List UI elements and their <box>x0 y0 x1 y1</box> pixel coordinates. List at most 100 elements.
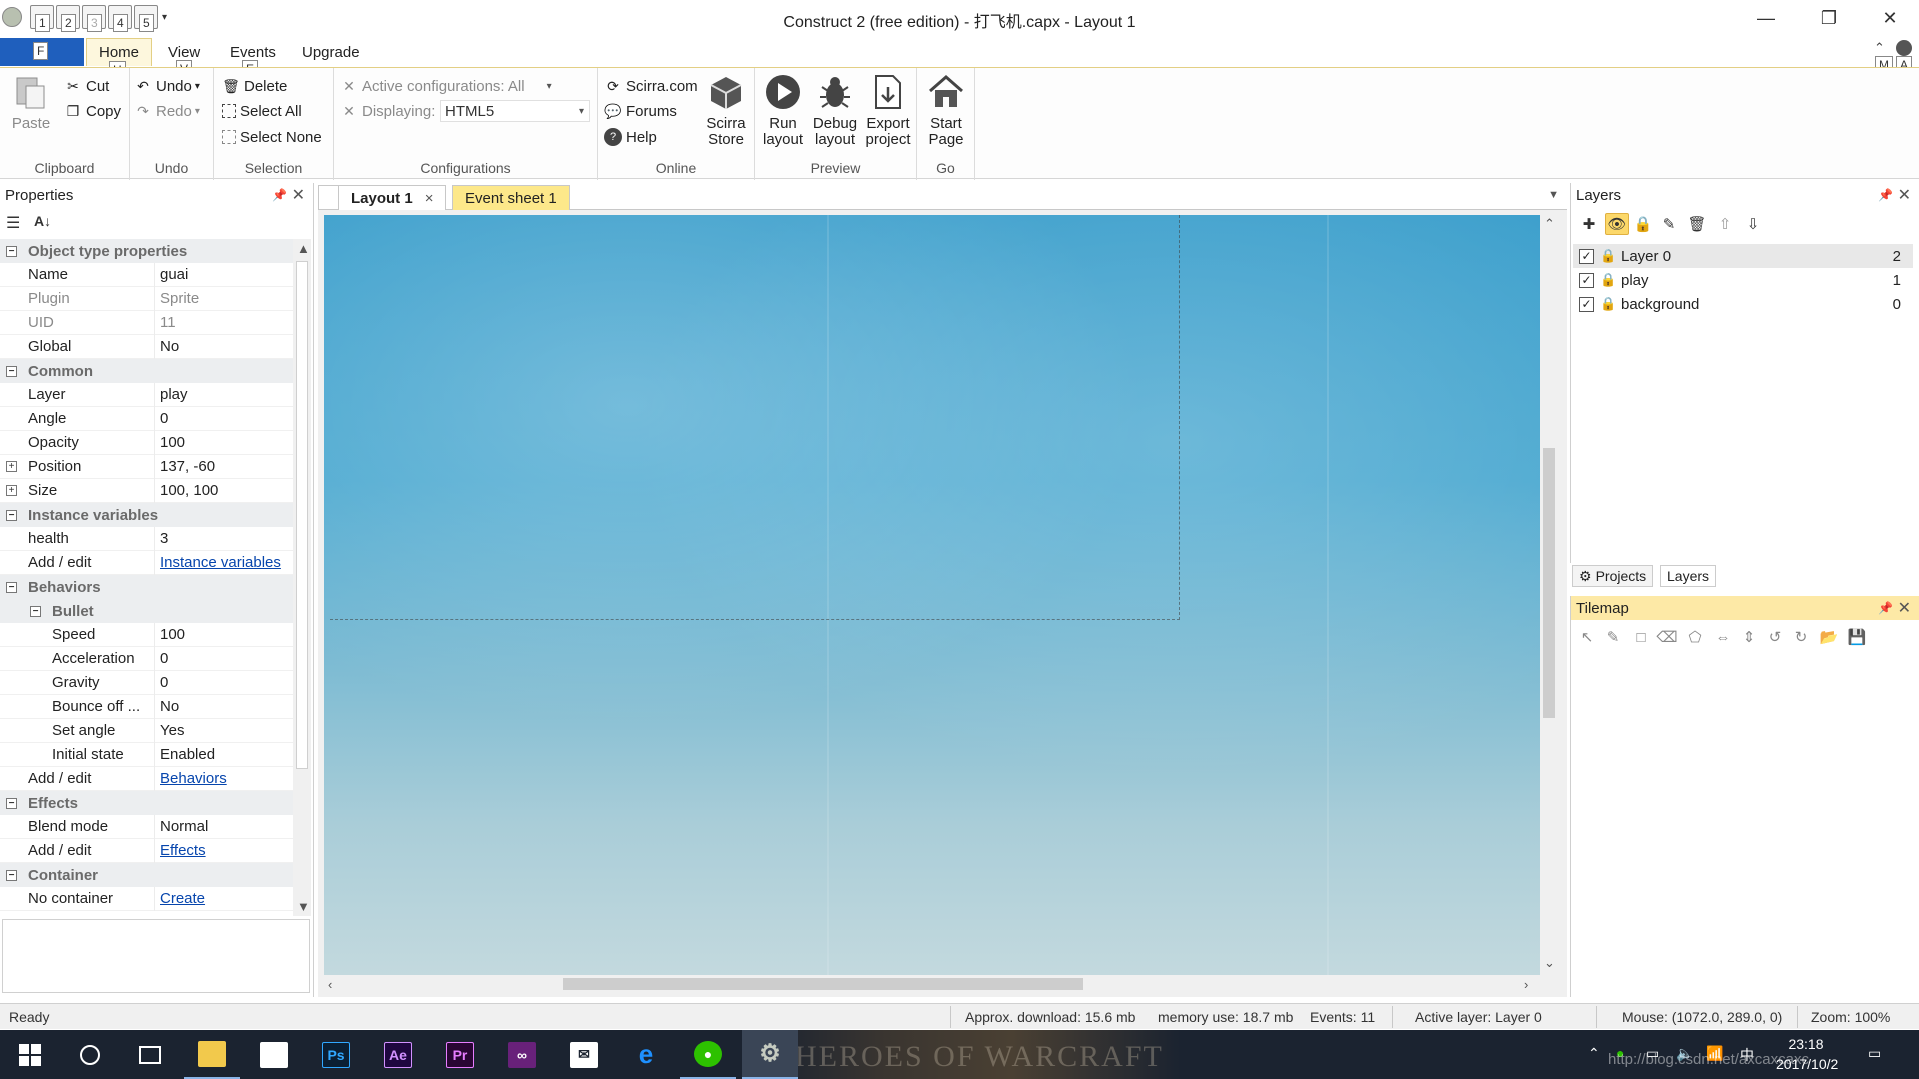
tab-projects[interactable]: ⚙ Projects <box>1572 565 1654 587</box>
tab-layers[interactable]: Layers <box>1660 565 1717 587</box>
tile-pointer-icon[interactable]: ↖ <box>1575 626 1599 648</box>
restore-button[interactable]: ❐ <box>1801 0 1857 36</box>
property-row[interactable]: Opacity 100 <box>0 431 293 455</box>
unlocked-icon[interactable]: 🔒 <box>1600 272 1616 288</box>
property-value[interactable]: 0 <box>160 410 168 427</box>
construct-logo-icon[interactable] <box>2 7 22 27</box>
delete-button[interactable]: 🗑 Delete <box>222 74 287 98</box>
ribbon-collapse-icon[interactable]: ⌃ <box>1874 40 1885 56</box>
search-button[interactable] <box>62 1030 118 1079</box>
property-link[interactable]: Create <box>160 890 205 907</box>
start-page-button[interactable]: Start Page <box>919 72 973 148</box>
help-circle-icon[interactable] <box>1896 40 1912 56</box>
redo-button[interactable]: ↷ Redo ▾ <box>134 99 200 123</box>
property-row[interactable]: health 3 <box>0 527 293 551</box>
tab-layout-1-close-icon[interactable]: × <box>425 190 434 207</box>
property-row[interactable]: Add / edit Effects <box>0 839 293 863</box>
taskbar-visual-studio[interactable]: ∞ <box>494 1030 550 1079</box>
tile-pencil-icon[interactable]: ✎ <box>1601 626 1625 648</box>
property-category[interactable]: − Behaviors <box>0 575 293 599</box>
file-tab[interactable]: F <box>0 38 84 66</box>
property-value[interactable]: Enabled <box>160 746 215 763</box>
tab-layout-1[interactable]: Layout 1 × <box>338 185 447 210</box>
pin-icon[interactable]: 📌 <box>272 188 287 202</box>
active-configurations-dropdown[interactable]: ✕ Active configurations: All ▾ <box>340 74 552 98</box>
property-row[interactable]: UID 11 <box>0 311 293 335</box>
taskbar-after-effects[interactable]: Ae <box>370 1030 426 1079</box>
property-value[interactable]: 3 <box>160 530 168 547</box>
locked-icon[interactable]: 🔒 <box>1600 296 1616 312</box>
property-value[interactable]: 100 <box>160 626 185 643</box>
tilemap-pin-icon[interactable]: 📌 <box>1878 601 1893 615</box>
property-value[interactable]: 100 <box>160 434 185 451</box>
property-value[interactable]: 137, -60 <box>160 458 215 475</box>
property-row[interactable]: No container Create <box>0 887 293 911</box>
export-project-button[interactable]: Export project <box>861 72 915 148</box>
select-none-button[interactable]: Select None <box>222 125 322 149</box>
select-all-button[interactable]: Select All <box>222 99 302 123</box>
run-layout-button[interactable]: Run layout <box>757 72 809 148</box>
properties-scroll-up-icon[interactable]: ▲ <box>297 241 310 256</box>
property-row[interactable]: Set angle Yes <box>0 719 293 743</box>
layers-pin-icon[interactable]: 📌 <box>1878 188 1893 202</box>
save-icon[interactable]: 1 <box>30 5 54 32</box>
property-link[interactable]: Behaviors <box>160 770 227 787</box>
close-button[interactable]: ✕ <box>1862 0 1918 36</box>
copy-button[interactable]: ❐ Copy <box>64 99 121 123</box>
property-row[interactable]: + Size 100, 100 <box>0 479 293 503</box>
debug-layout-button[interactable]: Debug layout <box>809 72 861 148</box>
minimize-button[interactable]: — <box>1738 0 1794 36</box>
forums-button[interactable]: 💬 Forums <box>604 99 677 123</box>
tab-events[interactable]: Events E <box>218 38 288 78</box>
taskbar-premiere[interactable]: Pr <box>432 1030 488 1079</box>
canvas-scroll-down-icon[interactable]: ⌄ <box>1544 955 1555 971</box>
property-value[interactable]: 0 <box>160 674 168 691</box>
taskbar-edge[interactable]: e <box>618 1030 674 1079</box>
canvas-scroll-left-icon[interactable]: ‹ <box>328 977 332 992</box>
collapse-icon[interactable]: − <box>6 797 17 809</box>
collapse-icon[interactable]: − <box>6 869 17 881</box>
canvas-scroll-up-icon[interactable]: ⌃ <box>1544 216 1555 232</box>
cut-button[interactable]: ✂ Cut <box>64 74 109 98</box>
task-view-button[interactable] <box>122 1030 178 1079</box>
tile-rotate-ccw-icon[interactable]: ↺ <box>1763 626 1787 648</box>
property-link[interactable]: Effects <box>160 842 206 859</box>
alphabetical-sort-icon[interactable]: A↓ <box>34 213 51 229</box>
property-value[interactable]: 100, 100 <box>160 482 218 499</box>
taskbar-file-explorer[interactable] <box>184 1030 240 1079</box>
property-row[interactable]: Global No <box>0 335 293 359</box>
property-row[interactable]: Name guai <box>0 263 293 287</box>
categorized-view-icon[interactable]: ☰ <box>6 213 20 233</box>
property-value[interactable]: 0 <box>160 650 168 667</box>
property-row[interactable]: Add / edit Behaviors <box>0 767 293 791</box>
property-category[interactable]: − Effects <box>0 791 293 815</box>
delete-layer-icon[interactable]: 🗑 <box>1685 213 1709 235</box>
layer-visible-checkbox[interactable]: ✓ <box>1579 296 1594 312</box>
layer-visible-checkbox[interactable]: ✓ <box>1579 272 1594 288</box>
collapse-icon[interactable]: − <box>6 509 17 521</box>
edit-layer-icon[interactable]: ✎ <box>1657 213 1681 235</box>
property-value[interactable]: No <box>160 698 179 715</box>
tilemap-close-icon[interactable]: ✕ <box>1898 598 1911 618</box>
help-button[interactable]: ? Help <box>604 125 657 149</box>
property-value[interactable]: play <box>160 386 188 403</box>
lock-layer-icon[interactable]: 🔒 <box>1631 213 1655 235</box>
property-value[interactable]: No <box>160 338 179 355</box>
tile-flip-icon[interactable]: ⇕ <box>1737 626 1761 648</box>
property-value[interactable]: 11 <box>160 314 176 331</box>
property-row[interactable]: Blend mode Normal <box>0 815 293 839</box>
unlocked-icon[interactable]: 🔒 <box>1600 248 1616 264</box>
property-row[interactable]: Plugin Sprite <box>0 287 293 311</box>
property-row[interactable]: Angle 0 <box>0 407 293 431</box>
property-value[interactable]: Yes <box>160 722 184 739</box>
property-row[interactable]: Gravity 0 <box>0 671 293 695</box>
tab-view[interactable]: View V <box>156 38 212 78</box>
tray-expand-icon[interactable]: ⌃ <box>1588 1045 1600 1062</box>
tile-rectangle-icon[interactable]: □ <box>1629 626 1653 648</box>
taskbar-wechat[interactable]: ● <box>680 1030 736 1079</box>
property-row[interactable]: Speed 100 <box>0 623 293 647</box>
open-icon[interactable]: 2 <box>56 5 80 32</box>
property-row[interactable]: Layer play <box>0 383 293 407</box>
paste-button[interactable]: Paste <box>6 72 56 132</box>
taskbar-store[interactable] <box>246 1030 302 1079</box>
